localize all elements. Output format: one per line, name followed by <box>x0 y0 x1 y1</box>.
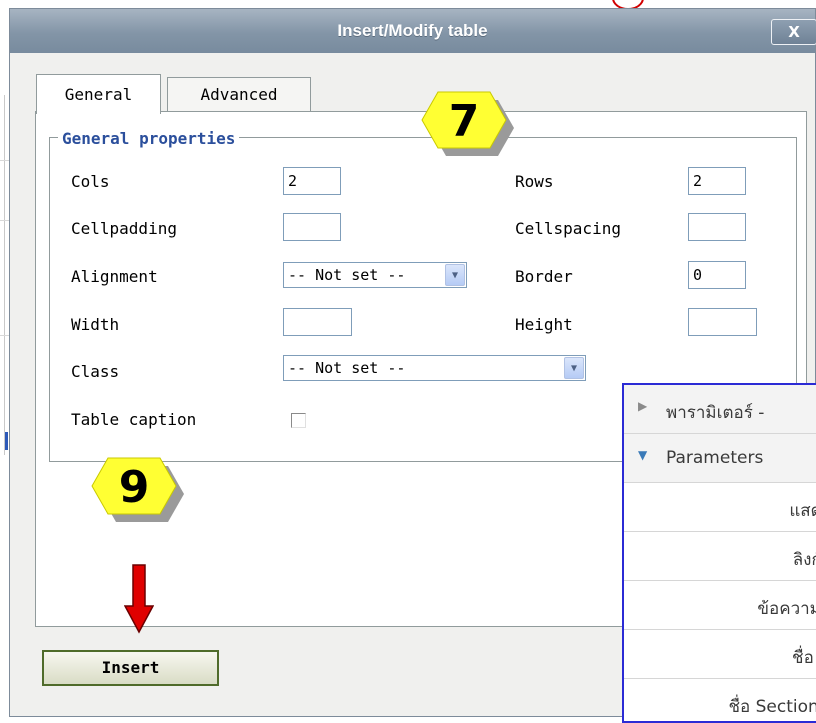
step-number: 7 <box>448 96 480 147</box>
panel-row-label: พารามิเตอร์ - <box>666 403 765 423</box>
panel-row: ชื่อ S <box>624 630 816 679</box>
parameters-panel: ▶ พารามิเตอร์ - ▼ Parameters แสดง ลิงก์ใ… <box>622 383 816 723</box>
cellspacing-input[interactable] <box>688 213 746 241</box>
page-fragment <box>5 432 8 450</box>
arrow-down-icon <box>124 564 154 634</box>
cols-label: Cols <box>71 172 110 191</box>
tab-general[interactable]: General <box>36 74 161 114</box>
width-input[interactable] <box>283 308 352 336</box>
panel-row: ลิงก์ใ <box>624 532 816 581</box>
panel-row-label: ชื่อ S <box>792 648 816 668</box>
chevron-down-icon[interactable]: ▼ <box>564 357 584 379</box>
step-number: 9 <box>118 462 150 513</box>
panel-row: ข้อความร <box>624 581 816 630</box>
border-input[interactable]: 0 <box>688 261 746 289</box>
alignment-value: -- Not set -- <box>288 266 406 284</box>
chevron-down-icon[interactable]: ▼ <box>445 264 465 286</box>
class-value: -- Not set -- <box>288 359 406 377</box>
cellpadding-label: Cellpadding <box>71 219 177 238</box>
rows-input[interactable]: 2 <box>688 167 746 195</box>
cellspacing-label: Cellspacing <box>515 219 621 238</box>
step-badge-7: 7 <box>418 88 514 158</box>
border-label: Border <box>515 267 573 286</box>
triangle-down-icon: ▼ <box>638 448 648 462</box>
panel-row-label: Parameters <box>666 448 764 468</box>
rows-label: Rows <box>515 172 554 191</box>
panel-row: แสดง <box>624 483 816 532</box>
panel-row-label: ข้อความร <box>757 599 816 619</box>
class-label: Class <box>71 362 120 381</box>
cellpadding-input[interactable] <box>283 213 341 241</box>
alignment-label: Alignment <box>71 267 158 286</box>
height-input[interactable] <box>688 308 757 336</box>
table-caption-label: Table caption <box>71 410 197 429</box>
panel-row: ชื่อ Section เ <box>624 679 816 721</box>
triangle-right-icon: ▶ <box>638 399 648 413</box>
alignment-select[interactable]: -- Not set -- ▼ <box>283 262 467 288</box>
table-caption-checkbox[interactable] <box>291 413 306 428</box>
fieldset-legend: General properties <box>58 129 240 148</box>
width-label: Width <box>71 315 120 334</box>
close-button[interactable]: X <box>771 19 816 45</box>
panel-row[interactable]: ▼ Parameters <box>624 434 816 483</box>
height-label: Height <box>515 315 573 334</box>
dialog-titlebar[interactable]: Insert/Modify table X <box>10 9 816 53</box>
panel-row-label: ลิงก์ใ <box>792 550 816 570</box>
panel-row[interactable]: ▶ พารามิเตอร์ - <box>624 385 816 434</box>
dialog-title: Insert/Modify table <box>337 21 488 40</box>
tab-advanced[interactable]: Advanced <box>167 77 311 112</box>
page-divider <box>4 95 5 455</box>
step-badge-9: 9 <box>88 454 184 524</box>
insert-button[interactable]: Insert <box>42 650 219 686</box>
class-select[interactable]: -- Not set -- ▼ <box>283 355 586 381</box>
panel-row-label: แสดง <box>789 501 816 521</box>
panel-row-label: ชื่อ Section เ <box>728 697 816 717</box>
cols-input[interactable]: 2 <box>283 167 341 195</box>
